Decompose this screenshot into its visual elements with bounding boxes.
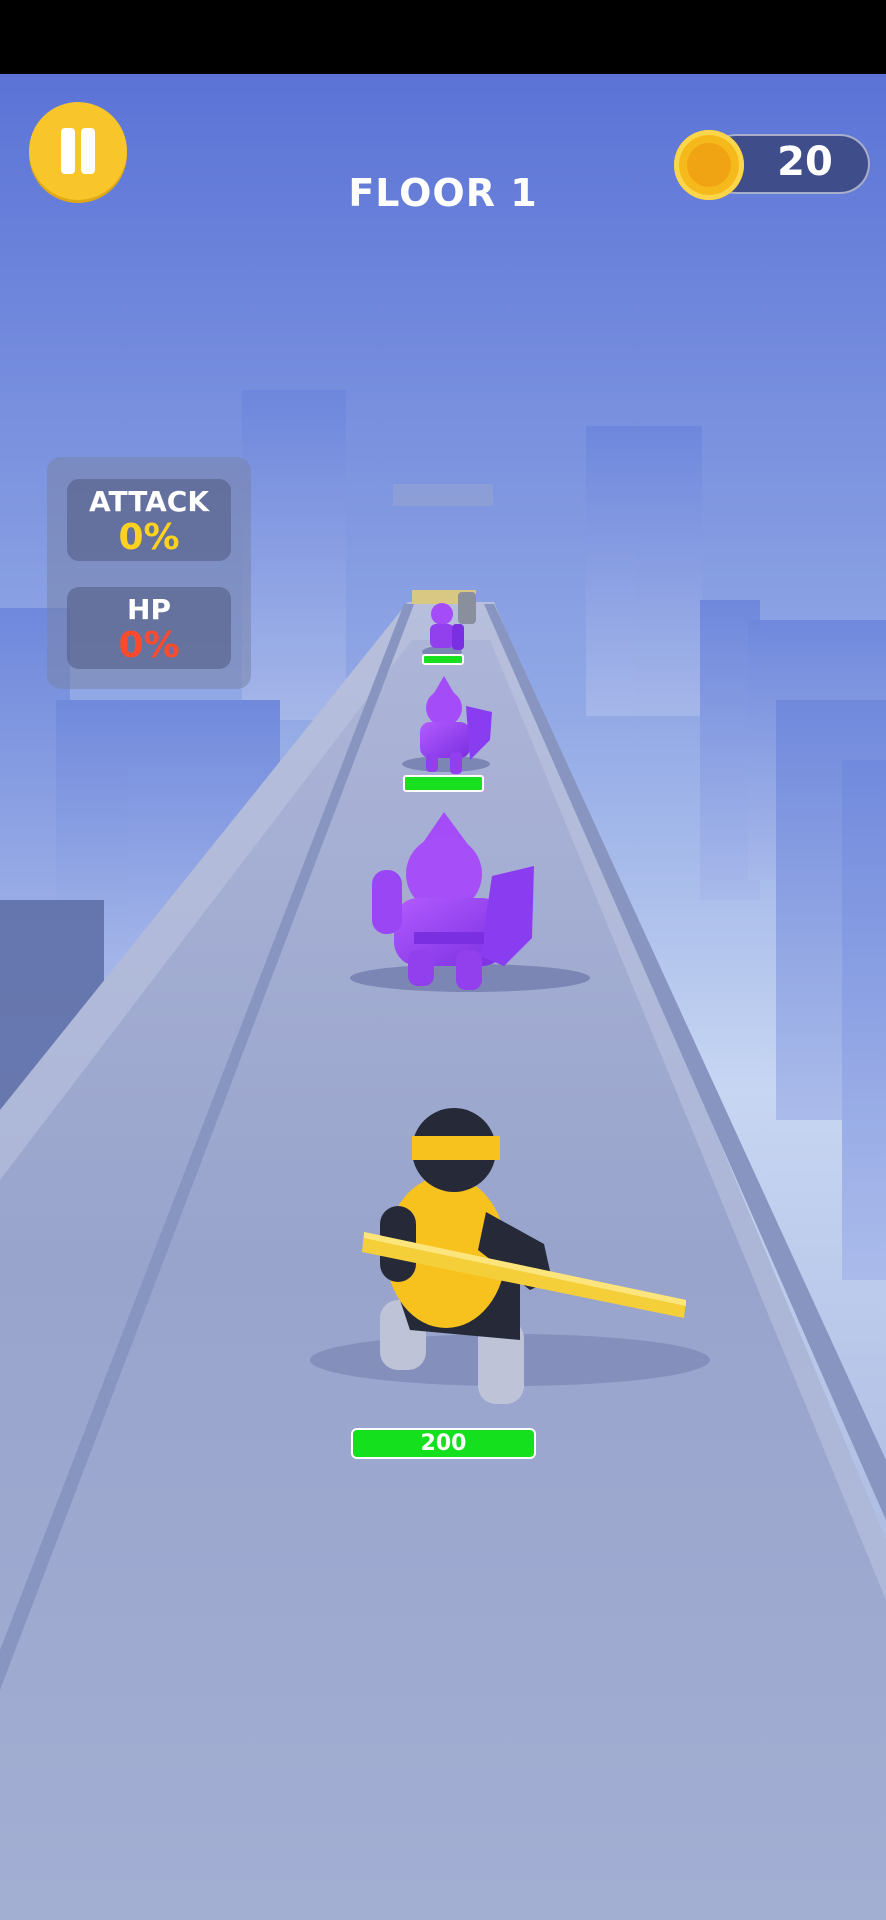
crown-coin-icon — [674, 130, 744, 200]
attack-stat: ATTACK 0% — [67, 479, 231, 561]
hp-label: HP — [127, 593, 171, 626]
pause-icon — [61, 128, 75, 174]
hp-value: 0% — [118, 625, 180, 666]
stats-panel: ATTACK 0% HP 0% — [47, 457, 251, 689]
coin-count: 20 — [777, 139, 833, 185]
pause-button[interactable] — [29, 102, 127, 200]
status-bar — [0, 0, 886, 74]
enemy-health-bar-far — [422, 654, 464, 665]
game-screen: FLOOR 1 20 ATTACK 0% HP 0% 200 — [0, 0, 886, 1920]
attack-label: ATTACK — [88, 485, 210, 518]
hp-stat: HP 0% — [67, 587, 231, 669]
player-health-bar: 200 — [351, 1428, 536, 1459]
attack-value: 0% — [118, 517, 180, 558]
enemy-health-bar-mid — [403, 775, 484, 792]
pause-icon-bar — [81, 128, 95, 174]
floor-title: FLOOR 1 — [348, 171, 538, 215]
game-scene — [0, 74, 886, 1920]
